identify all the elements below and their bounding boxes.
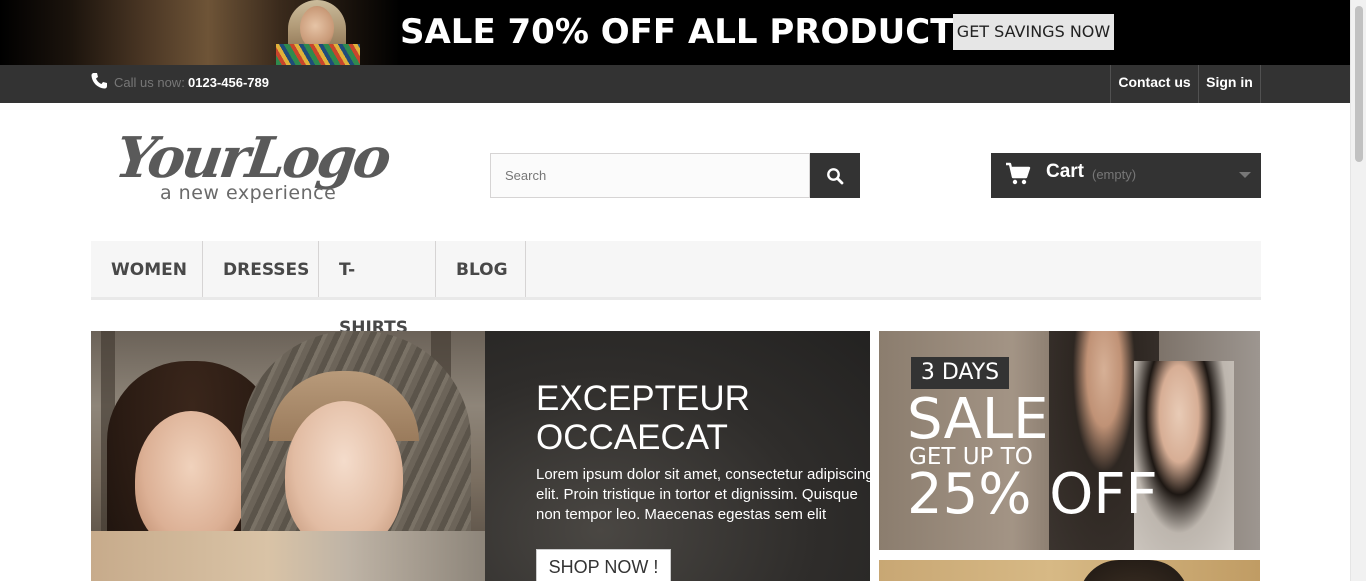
promo-banner[interactable]: SALE 70% OFF ALL PRODUCTS GET SAVINGS NO… (0, 0, 1350, 65)
menu-item-women[interactable]: Women (91, 241, 203, 297)
main-menu: Women Dresses T-shirts Blog (91, 241, 1261, 338)
menu-item-blog[interactable]: Blog (436, 241, 526, 297)
slide-model-2-face (285, 401, 403, 551)
search-icon (827, 167, 844, 184)
search-input[interactable] (490, 153, 810, 198)
slide-model-1-face (135, 411, 247, 551)
secondary-banner[interactable] (879, 560, 1260, 581)
secondary-banner-model (1079, 560, 1189, 581)
cart-icon (1006, 162, 1031, 185)
promo-model-dress (276, 44, 360, 65)
phone-icon (91, 73, 107, 89)
cart-dropdown[interactable]: Cart (empty) (991, 153, 1261, 198)
menu-item-dresses[interactable]: Dresses (203, 241, 319, 297)
sign-in-link[interactable]: Sign in (1198, 65, 1261, 103)
slide-image (91, 331, 485, 581)
page-scrollbar[interactable] (1350, 0, 1366, 581)
scrollbar-thumb[interactable] (1355, 6, 1363, 162)
call-us-label: Call us now: (114, 75, 185, 90)
shop-now-button[interactable]: SHOP NOW ! (536, 549, 671, 581)
homepage-slider[interactable]: Excepteur occaecat Lorem ipsum dolor sit… (91, 331, 870, 581)
search-button[interactable] (810, 153, 860, 198)
sale-banner[interactable]: 3 DAYS SALE GET UP TO 25% OFF (879, 331, 1260, 550)
chevron-down-icon (1239, 172, 1251, 178)
phone-number: 0123-456-789 (188, 75, 269, 90)
promo-model-image (0, 0, 400, 65)
get-savings-button[interactable]: GET SAVINGS NOW (953, 14, 1114, 50)
cart-status: (empty) (1092, 167, 1137, 182)
sale-discount: 25% OFF (907, 462, 1158, 527)
sale-heading: SALE (907, 387, 1049, 452)
slide-description: Lorem ipsum dolor sit amet, consectetur … (536, 466, 870, 523)
menu-item-tshirts[interactable]: T-shirts (319, 241, 436, 338)
logo-tagline: a new experience (160, 182, 337, 204)
page: SALE 70% OFF ALL PRODUCTS GET SAVINGS NO… (0, 0, 1366, 581)
cart-label: Cart (1046, 161, 1085, 182)
site-logo[interactable]: YourLogo a new experience (111, 125, 406, 210)
slide-scarves (91, 531, 485, 581)
promo-headline: SALE 70% OFF ALL PRODUCTS (400, 12, 978, 52)
sale-days-badge: 3 DAYS (911, 357, 1009, 389)
contact-us-link[interactable]: Contact us (1110, 65, 1198, 103)
slide-title: Excepteur occaecat (536, 379, 750, 457)
